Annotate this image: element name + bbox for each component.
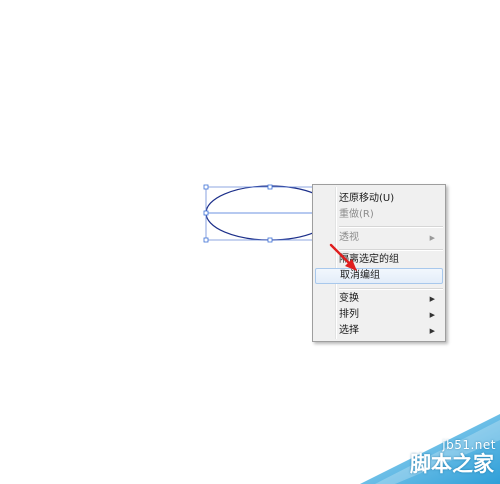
menu-item-isolate-group[interactable]: 隔离选定的组 xyxy=(315,252,443,268)
submenu-arrow-icon: ▶ xyxy=(429,311,435,319)
menu-item-transform[interactable]: 变换 ▶ xyxy=(315,291,443,307)
handle-top-left xyxy=(203,184,209,190)
menu-item-label: 变换 xyxy=(339,293,359,304)
menu-item-undo-move[interactable]: 还原移动(U) xyxy=(315,191,443,207)
submenu-arrow-icon: ▶ xyxy=(429,234,435,242)
submenu-arrow-icon: ▶ xyxy=(429,327,435,335)
handle-middle-left xyxy=(203,210,209,216)
menu-item-label: 还原移动(U) xyxy=(339,193,395,204)
menu-item-label: 排列 xyxy=(339,309,359,320)
handle-top-center xyxy=(267,184,273,190)
menu-item-perspective[interactable]: 透视 ▶ xyxy=(315,230,443,246)
menu-separator xyxy=(339,226,443,228)
menu-item-label: 重做(R) xyxy=(339,209,374,220)
menu-separator xyxy=(339,249,443,251)
menu-item-label: 透视 xyxy=(339,232,359,243)
menu-item-label: 取消编组 xyxy=(340,270,380,281)
menu-item-select[interactable]: 选择 ▶ xyxy=(315,323,443,339)
menu-item-arrange[interactable]: 排列 ▶ xyxy=(315,307,443,323)
context-menu: 还原移动(U) 重做(R) 透视 ▶ 隔离选定的组 取消编组 变换 ▶ 排列 ▶… xyxy=(312,184,446,342)
menu-item-ungroup[interactable]: 取消编组 xyxy=(315,268,443,284)
submenu-arrow-icon: ▶ xyxy=(429,295,435,303)
handle-bottom-center xyxy=(267,237,273,243)
watermark-site-name: 脚本之家 xyxy=(410,452,494,476)
menu-item-label: 隔离选定的组 xyxy=(339,254,399,265)
menu-item-redo[interactable]: 重做(R) xyxy=(315,207,443,223)
menu-separator xyxy=(339,288,443,290)
menu-item-label: 选择 xyxy=(339,325,359,336)
watermark: jb51.net 脚本之家 xyxy=(350,414,500,484)
handle-bottom-left xyxy=(203,237,209,243)
